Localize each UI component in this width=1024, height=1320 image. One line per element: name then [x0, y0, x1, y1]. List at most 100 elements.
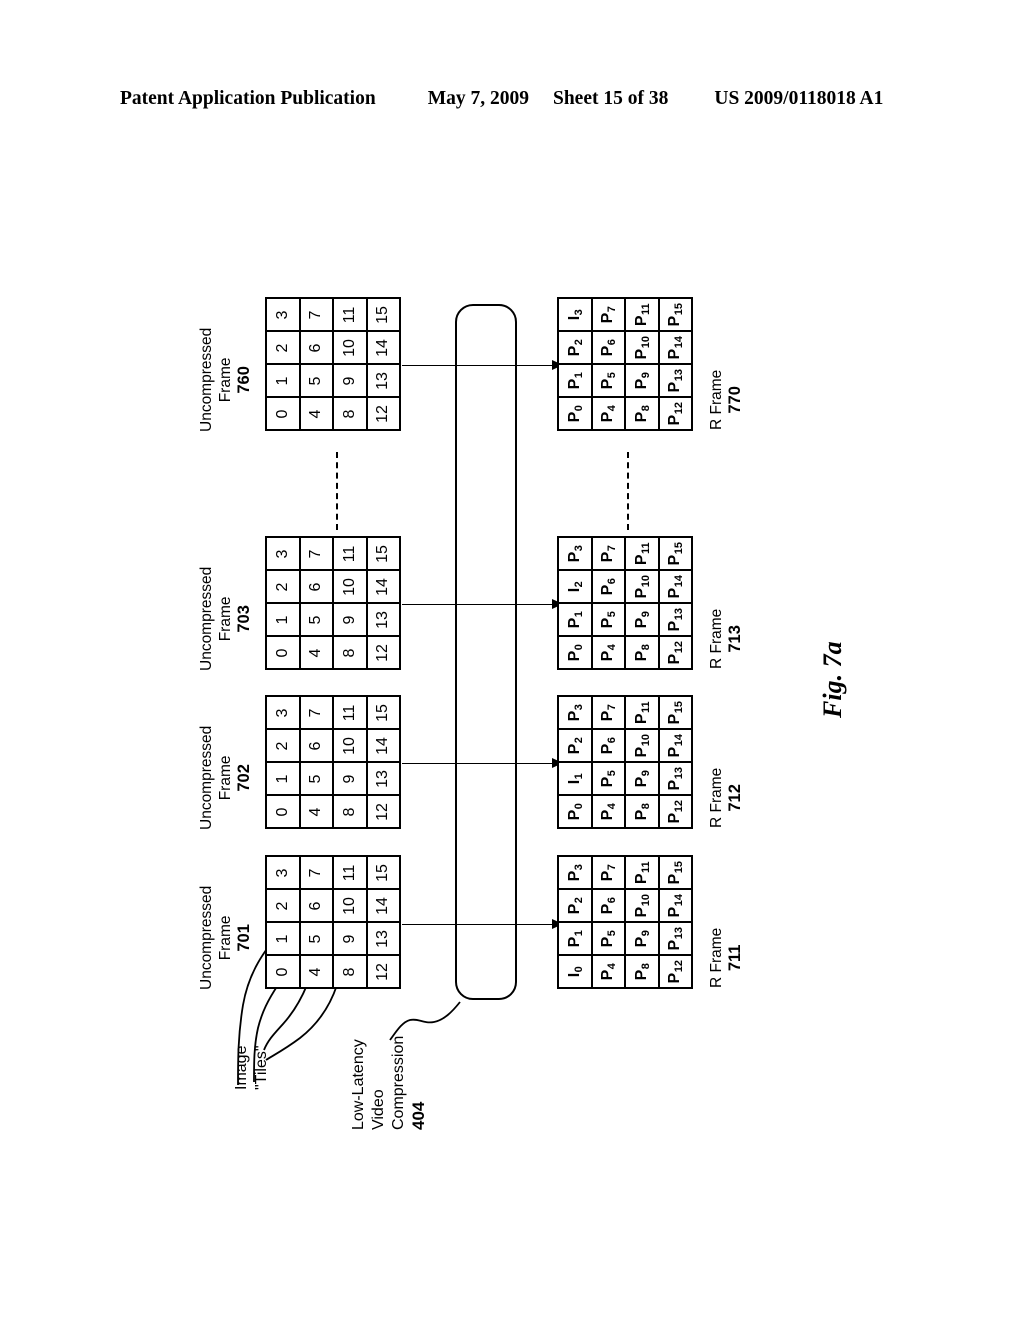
tile-label: 14	[374, 338, 392, 357]
ellipsis-uncompressed	[336, 452, 338, 530]
caption-r-frame-770: R Frame 770	[707, 370, 745, 430]
tile-label: 5	[307, 615, 325, 624]
tile-cell: 5	[300, 365, 334, 398]
tile-label: 3	[273, 708, 291, 717]
tile-label: 3	[273, 868, 291, 877]
caption-uncompressed-frame-702: Uncompressed Frame 702	[197, 726, 254, 830]
tile-cell: P5	[592, 763, 626, 796]
tile-label: 7	[307, 549, 325, 558]
tile-cell: 3	[267, 857, 301, 890]
caption-uncompressed-frame-701: Uncompressed Frame 701	[197, 886, 254, 990]
tile-label: P6	[599, 338, 619, 356]
tile-cell: P2	[559, 730, 593, 763]
tile-label: 15	[374, 305, 392, 324]
tile-label: 0	[273, 807, 291, 816]
tile-cell: 15	[367, 299, 401, 332]
tile-label: 13	[374, 610, 392, 629]
tile-cell: 9	[334, 604, 368, 637]
tile-label: 14	[374, 896, 392, 915]
tile-label: P13	[666, 607, 686, 631]
tile-cell: 10	[334, 571, 368, 604]
tile-label: 8	[340, 967, 358, 976]
tile-label: P2	[565, 896, 585, 914]
tile-cell: P6	[592, 890, 626, 923]
tile-cell: P14	[659, 571, 693, 604]
tile-cell: 3	[267, 697, 301, 730]
tile-cell: P13	[659, 763, 693, 796]
tile-cell: P15	[659, 857, 693, 890]
tile-cell: P6	[592, 571, 626, 604]
grid-r-frame-770: I3 P7 P11 P15 P2 P6 P10 P14 P1 P5 P9 P13…	[557, 297, 693, 431]
tile-cell: 13	[367, 763, 401, 796]
tile-label: 8	[340, 807, 358, 816]
tile-cell: 2	[267, 730, 301, 763]
tile-cell: P0	[559, 796, 593, 829]
tile-cell: P4	[592, 956, 626, 989]
caption-ref: 713	[726, 625, 744, 653]
tile-label: P6	[599, 896, 619, 914]
tile-label: 4	[307, 409, 325, 418]
caption-ref: 760	[235, 366, 253, 394]
annotation-image-tiles: Image "Tiles"	[232, 1045, 272, 1090]
tile-cell: P12	[659, 637, 693, 670]
tile-label: P6	[599, 577, 619, 595]
tile-cell: P10	[626, 332, 660, 365]
tile-label: P12	[666, 640, 686, 664]
tile-cell: P7	[592, 538, 626, 571]
caption-r-frame-713: R Frame 713	[707, 609, 745, 669]
flow-arrow-line-703	[402, 604, 563, 605]
tile-label: 13	[374, 371, 392, 390]
tile-label: 0	[273, 967, 291, 976]
tile-cell: 15	[367, 538, 401, 571]
tile-label: 11	[340, 545, 358, 562]
tile-label: 3	[273, 549, 291, 558]
annotation-low-latency-video-compression: Low-Latency Video Compression 404	[349, 1036, 429, 1130]
tile-cell: P9	[626, 365, 660, 398]
tile-cell: P8	[626, 637, 660, 670]
tile-cell: 11	[334, 538, 368, 571]
tile-cell: 14	[367, 571, 401, 604]
annotation-line1: Image	[233, 1045, 250, 1090]
tile-cell: 14	[367, 332, 401, 365]
tile-cell: 8	[334, 398, 368, 431]
tile-cell: 4	[300, 398, 334, 431]
tile-cell: P12	[659, 398, 693, 431]
flow-arrow-line-702	[402, 763, 563, 764]
caption-line1: Uncompressed	[198, 885, 215, 990]
tile-label: 9	[340, 774, 358, 783]
tile-label: P9	[632, 769, 652, 787]
tile-label: 8	[340, 648, 358, 657]
tile-label: P7	[599, 305, 619, 323]
tile-cell: P4	[592, 398, 626, 431]
tile-label: 15	[374, 544, 392, 563]
tile-cell: P0	[559, 637, 593, 670]
tile-label: 15	[374, 703, 392, 722]
caption-r-frame-711: R Frame 711	[707, 928, 745, 988]
tile-label: 3	[273, 310, 291, 319]
tile-cell: I2	[559, 571, 593, 604]
tile-cell: 5	[300, 604, 334, 637]
tile-label: P4	[599, 962, 619, 980]
tile-cell: P6	[592, 332, 626, 365]
tile-cell: 0	[267, 637, 301, 670]
tile-label: 2	[273, 343, 291, 352]
tile-label: 9	[340, 615, 358, 624]
tile-label: 9	[340, 934, 358, 943]
tile-label: P0	[565, 802, 585, 820]
tile-cell: 12	[367, 796, 401, 829]
tile-cell: P5	[592, 923, 626, 956]
tile-cell: 1	[267, 365, 301, 398]
tile-label: 13	[374, 929, 392, 948]
tile-label: I3	[565, 308, 585, 320]
tile-label: 12	[374, 962, 392, 981]
tile-label: 13	[374, 769, 392, 788]
tile-label: P11	[632, 860, 652, 884]
tile-cell: 2	[267, 332, 301, 365]
tile-label: 6	[307, 901, 325, 910]
caption-ref: 701	[235, 924, 253, 952]
tile-label: P3	[565, 544, 585, 562]
tile-cell: 13	[367, 923, 401, 956]
tile-label: 1	[273, 615, 291, 624]
caption-line1: R Frame	[708, 767, 725, 828]
caption-line1: Uncompressed	[198, 566, 215, 671]
